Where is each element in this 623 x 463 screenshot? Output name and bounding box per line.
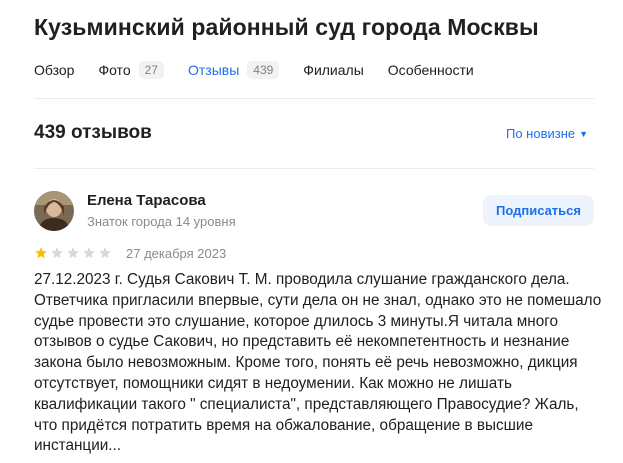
divider xyxy=(34,168,594,169)
divider xyxy=(34,98,594,99)
tab-overview[interactable]: Обзор xyxy=(34,62,74,78)
star-icon xyxy=(51,247,63,259)
tab-label: Филиалы xyxy=(303,62,364,78)
tab-label: Фото xyxy=(98,62,131,78)
author-level: Знаток города 14 уровня xyxy=(87,214,236,229)
tab-count-badge: 439 xyxy=(247,61,280,79)
chevron-down-icon: ▼ xyxy=(579,128,589,139)
avatar[interactable] xyxy=(34,191,74,231)
star-icon xyxy=(35,247,47,259)
reviews-count: 439 отзывов xyxy=(34,122,152,143)
author-name[interactable]: Елена Тарасова xyxy=(87,192,206,209)
tabs-bar: Обзор Фото 27 Отзывы 439 Филиалы Особенн… xyxy=(34,59,498,81)
star-icon xyxy=(83,247,95,259)
review-date: 27 декабря 2023 xyxy=(126,246,227,261)
review-text: 27.12.2023 г. Судья Сакович Т. М. провод… xyxy=(34,271,602,455)
sort-label: По новизне xyxy=(506,126,576,141)
tab-reviews[interactable]: Отзывы 439 xyxy=(187,61,280,79)
star-icon xyxy=(99,247,111,259)
tab-label: Особенности xyxy=(387,62,474,78)
tab-photo[interactable]: Фото 27 xyxy=(98,61,164,79)
subscribe-button[interactable]: Подписаться xyxy=(483,195,594,226)
page-title: Кузьминский районный суд города Москвы xyxy=(34,14,539,40)
tab-branches[interactable]: Филиалы xyxy=(303,62,363,78)
tab-label: Обзор xyxy=(34,62,75,78)
sort-dropdown[interactable]: По новизне ▼ xyxy=(506,126,588,141)
tab-features[interactable]: Особенности xyxy=(388,62,474,78)
rating-stars xyxy=(34,246,114,260)
tab-label: Отзывы xyxy=(187,62,240,78)
star-icon xyxy=(67,247,79,259)
tab-count-badge: 27 xyxy=(138,61,164,79)
